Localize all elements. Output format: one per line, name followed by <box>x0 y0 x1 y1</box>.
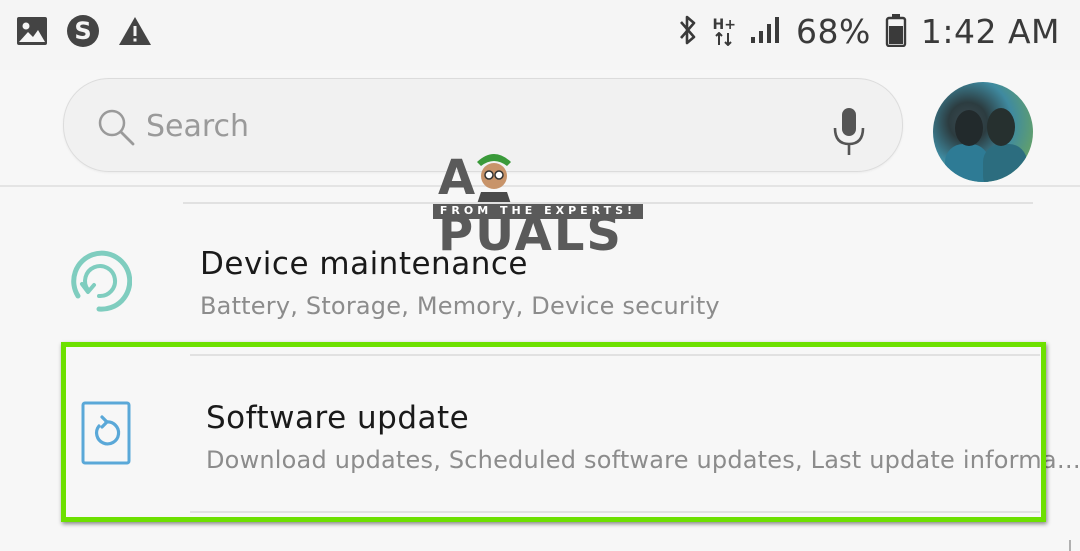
profile-avatar[interactable] <box>933 82 1033 182</box>
bluetooth-icon <box>677 13 699 51</box>
status-bar-system: H+ 68% 1:42 AM <box>677 12 1060 51</box>
device-maintenance-icon <box>66 248 133 318</box>
settings-item-device-maintenance[interactable]: Device maintenance Battery, Storage, Mem… <box>0 206 1080 346</box>
battery-percentage: 68% <box>795 12 871 51</box>
microphone-icon[interactable] <box>830 106 868 162</box>
signal-icon <box>750 15 782 49</box>
search-input[interactable] <box>144 103 808 149</box>
skype-icon: S <box>66 14 100 52</box>
list-divider <box>183 202 1033 204</box>
scrollbar-indicator <box>1069 540 1071 551</box>
mascot-icon <box>471 148 517 208</box>
svg-text:S: S <box>74 17 91 45</box>
highlight-box <box>61 342 1046 522</box>
status-bar-clock: 1:42 AM <box>920 12 1060 51</box>
gallery-icon <box>16 16 48 50</box>
status-bar: S H+ 68% 1:42 AM <box>0 0 1080 70</box>
network-type-indicator: H+ <box>713 18 736 46</box>
status-bar-notifications: S <box>16 14 152 52</box>
warning-icon <box>118 16 152 50</box>
device-maintenance-title: Device maintenance <box>200 246 528 282</box>
data-arrows-icon <box>715 31 732 46</box>
network-type-label: H+ <box>712 16 736 33</box>
battery-icon <box>885 13 907 51</box>
search-icon <box>97 108 135 150</box>
device-maintenance-subtitle: Battery, Storage, Memory, Device securit… <box>200 292 720 320</box>
